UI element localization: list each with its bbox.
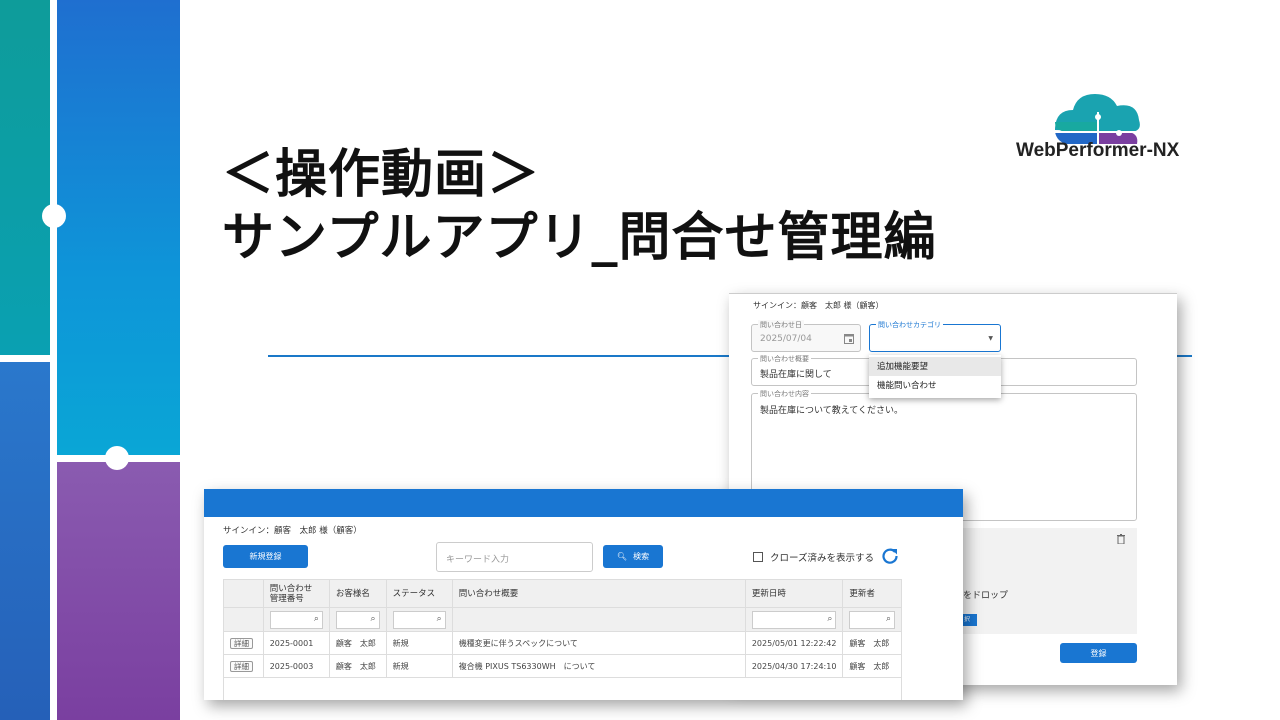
search-icon: ⌕ [313,613,319,624]
filter-cell-empty [451,607,746,632]
signin-text: サインイン：顧客 太郎 様（顧客） [223,526,362,536]
status-cell: 新規 [385,654,453,678]
date-field[interactable]: 問い合わせ日 2025/07/04 [751,320,861,352]
search-icon: ⌕ [827,613,833,624]
category-option[interactable]: 機能問い合わせ [869,376,1001,395]
decor-blue-strip-bottom [0,362,50,720]
updated-cell: 2025/05/01 12:22:42 [744,631,844,655]
category-dropdown-menu: 追加機能要望 機能問い合わせ [869,355,1001,398]
detail-button[interactable]: 詳細 [230,637,253,649]
summary-value: 製品在庫に関して [760,370,832,380]
status-cell: 新規 [385,631,453,655]
col-header-status: ステータス [385,579,453,608]
customer-cell: 顧客 太郎 [328,631,387,655]
search-icon: ⌕ [436,613,442,624]
table-row: 詳細 2025-0003 顧客 太郎 新規 複合機 PIXUS TS6330WH… [223,654,902,678]
trash-icon[interactable] [1117,534,1125,544]
content-label: 問い合わせ内容 [758,389,811,399]
col-header-updated: 更新日時 [744,579,844,608]
col-header-id: 問い合わせ 管理番号 [262,579,330,608]
filter-input[interactable]: ⌕ [751,610,837,629]
search-button-label: 検索 [633,552,650,561]
updater-cell: 顧客 太郎 [842,654,902,678]
col-header-action [223,579,264,608]
updater-cell: 顧客 太郎 [842,631,902,655]
content-value: 製品在庫について教えてください。 [760,406,904,416]
action-cell: 詳細 [223,654,264,678]
col-header-summary: 問い合わせ概要 [451,579,746,608]
date-label: 問い合わせ日 [758,320,804,330]
show-closed-label: クローズ済みを表示する [770,553,875,564]
filter-cell: ⌕ [385,607,453,632]
search-icon: ⌕ [370,613,376,624]
col-header-updater: 更新者 [842,579,902,608]
table-empty-area [223,676,902,700]
filter-cell: ⌕ [744,607,844,632]
summary-cell: 複合機 PIXUS TS6330WH について [451,654,746,678]
col-header-customer: お客様名 [328,579,387,608]
decor-purple-block [57,462,180,720]
id-cell: 2025-0001 [262,631,330,655]
decor-teal-strip [0,0,50,355]
refresh-icon[interactable] [881,547,899,565]
filter-cell-empty [223,607,264,632]
customer-cell: 顧客 太郎 [328,654,387,678]
summary-cell: 機種変更に伴うスペックについて [451,631,746,655]
updated-cell: 2025/04/30 17:24:10 [744,654,844,678]
search-icon: ⌕ [885,613,891,624]
filter-cell: ⌕ [328,607,387,632]
detail-button[interactable]: 詳細 [230,660,253,672]
register-button[interactable]: 登録 [1060,643,1137,663]
date-value: 2025/07/04 [760,334,812,344]
category-label: 問い合わせカテゴリ [876,320,943,330]
page-title-line2: サンプルアプリ_問合せ管理編 [222,208,937,268]
action-cell: 詳細 [223,631,264,655]
id-cell: 2025-0003 [262,654,330,678]
calendar-icon[interactable] [844,333,854,344]
filter-cell: ⌕ [262,607,330,632]
keyword-placeholder: キーワード入力 [446,555,510,565]
category-select[interactable]: 問い合わせカテゴリ ▼ [869,320,1001,352]
decor-blue-block-top [57,0,180,455]
search-icon: 🔍︎ [616,552,628,561]
filter-cell: ⌕ [842,607,902,632]
summary-label: 問い合わせ概要 [758,354,811,364]
filter-input[interactable]: ⌕ [335,610,380,629]
new-register-button[interactable]: 新規登録 [223,545,308,568]
category-option[interactable]: 追加機能要望 [869,357,1001,376]
filter-input[interactable]: ⌕ [849,610,895,629]
inquiry-table: 問い合わせ 管理番号 お客様名 ステータス 問い合わせ概要 更新日時 更新者 ⌕… [223,579,902,678]
decor-dot [105,446,129,470]
filter-input[interactable]: ⌕ [392,610,446,629]
search-button[interactable]: 🔍︎ 検索 [603,545,663,568]
filter-input[interactable]: ⌕ [269,610,323,629]
dropdown-arrow-icon: ▼ [988,335,993,342]
decor-dot [42,204,66,228]
table-row: 詳細 2025-0001 顧客 太郎 新規 機種変更に伴うスペックについて 20… [223,631,902,655]
app-header-bar [204,489,963,517]
list-screenshot: サインイン：顧客 太郎 様（顧客） 新規登録 キーワード入力 🔍︎ 検索 クロー… [204,489,963,700]
signin-text: サインイン：顧客 太郎 様（顧客） [753,301,884,310]
brand-name: WebPerformer-NX [1016,140,1180,161]
show-closed-checkbox[interactable] [753,552,763,562]
keyword-input[interactable]: キーワード入力 [436,542,593,572]
